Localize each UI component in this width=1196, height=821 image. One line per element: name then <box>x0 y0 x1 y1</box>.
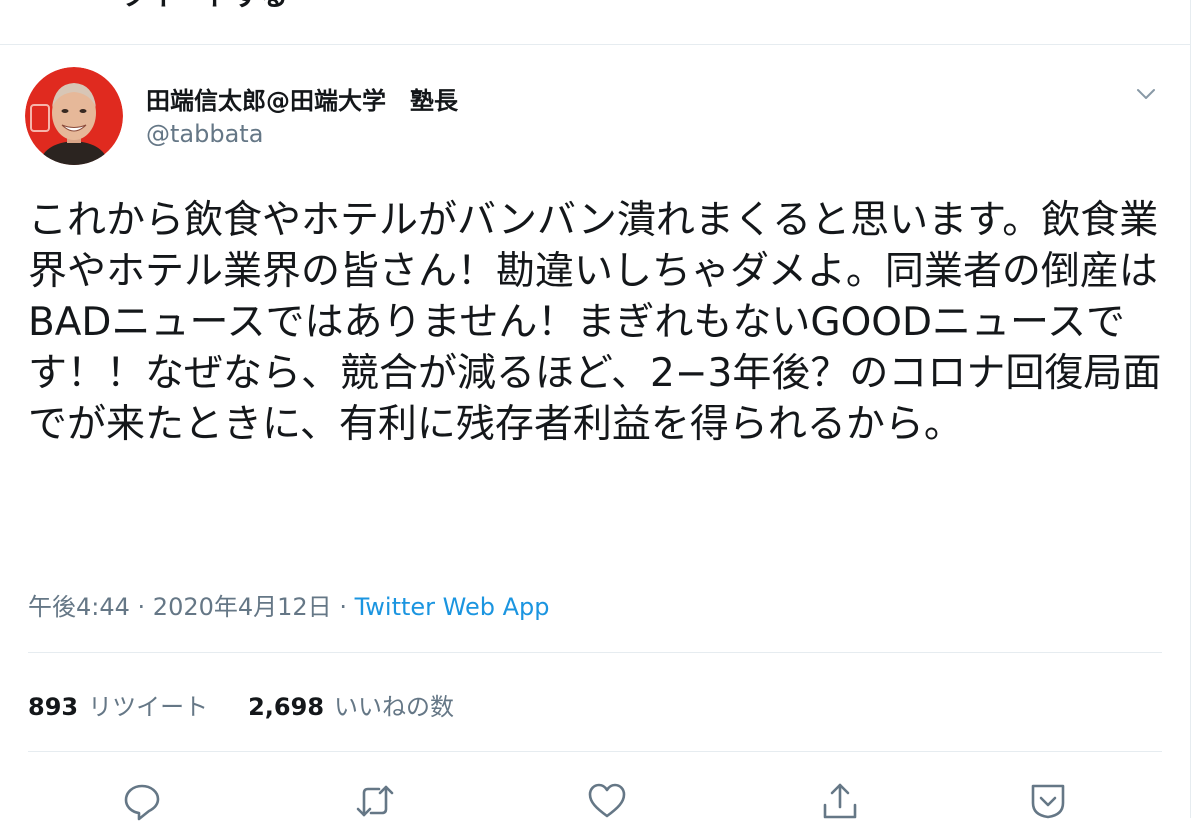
tweet-stats: 893 リツイート 2,698 いいねの数 <box>28 687 454 722</box>
page-title: ツイートする <box>120 0 288 14</box>
tweet-text: これから飲食やホテルがバンバン潰れまくると思います。飲食業界やホテル業界の皆さん… <box>28 198 1162 447</box>
tweet-date[interactable]: 2020年4月12日 <box>153 593 332 621</box>
column-border <box>1190 0 1191 818</box>
top-bar: ツイートする <box>0 0 1190 45</box>
author-display-name[interactable]: 田端信太郎@田端大学 塾長 <box>146 81 458 116</box>
avatar-image <box>25 67 123 165</box>
back-arrow-icon[interactable] <box>40 0 64 2</box>
retweet-icon[interactable] <box>355 781 395 821</box>
tweet-meta: 午後4:44 · 2020年4月12日 · Twitter Web App <box>28 587 549 622</box>
meta-separator: · <box>331 593 355 621</box>
divider <box>28 751 1162 752</box>
share-icon[interactable] <box>820 781 860 821</box>
reply-icon[interactable] <box>122 781 162 821</box>
save-icon[interactable] <box>1028 781 1068 821</box>
meta-separator: · <box>129 593 153 621</box>
tweet-source-link[interactable]: Twitter Web App <box>355 593 550 621</box>
likes-stat[interactable]: 2,698 いいねの数 <box>248 693 454 721</box>
tweet-time[interactable]: 午後4:44 <box>28 593 130 621</box>
retweets-stat[interactable]: 893 リツイート <box>28 693 208 721</box>
tweet: 田端信太郎@田端大学 塾長 @tabbata これから飲食やホテルがバンバン潰れ… <box>0 45 1190 821</box>
retweets-count: 893 <box>28 693 79 721</box>
heart-icon[interactable] <box>587 781 627 821</box>
author-handle[interactable]: @tabbata <box>146 120 263 148</box>
retweets-label: リツイート <box>88 693 209 721</box>
chevron-down-icon[interactable] <box>1133 81 1159 107</box>
likes-count: 2,698 <box>248 693 325 721</box>
divider <box>28 652 1162 653</box>
likes-label: いいねの数 <box>334 693 455 721</box>
avatar[interactable] <box>25 67 123 165</box>
